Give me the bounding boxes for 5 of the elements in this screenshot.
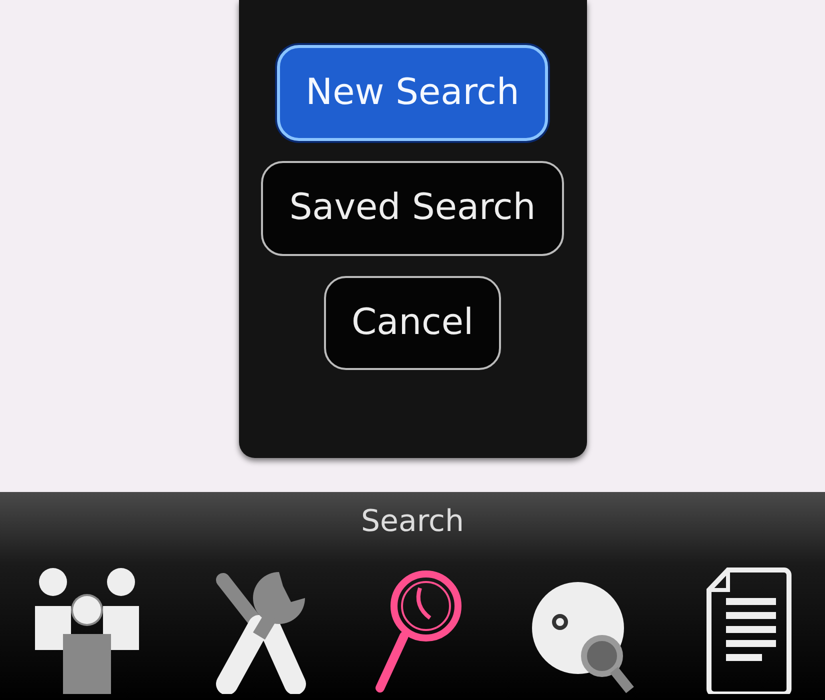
dialog-button[interactable]: New Search: [276, 45, 548, 142]
dialog-button[interactable]: Cancel: [324, 276, 502, 370]
toolbar-caption: Search: [360, 504, 464, 540]
dialog-button[interactable]: Saved Search: [261, 161, 564, 256]
document-icon[interactable]: [706, 566, 792, 694]
